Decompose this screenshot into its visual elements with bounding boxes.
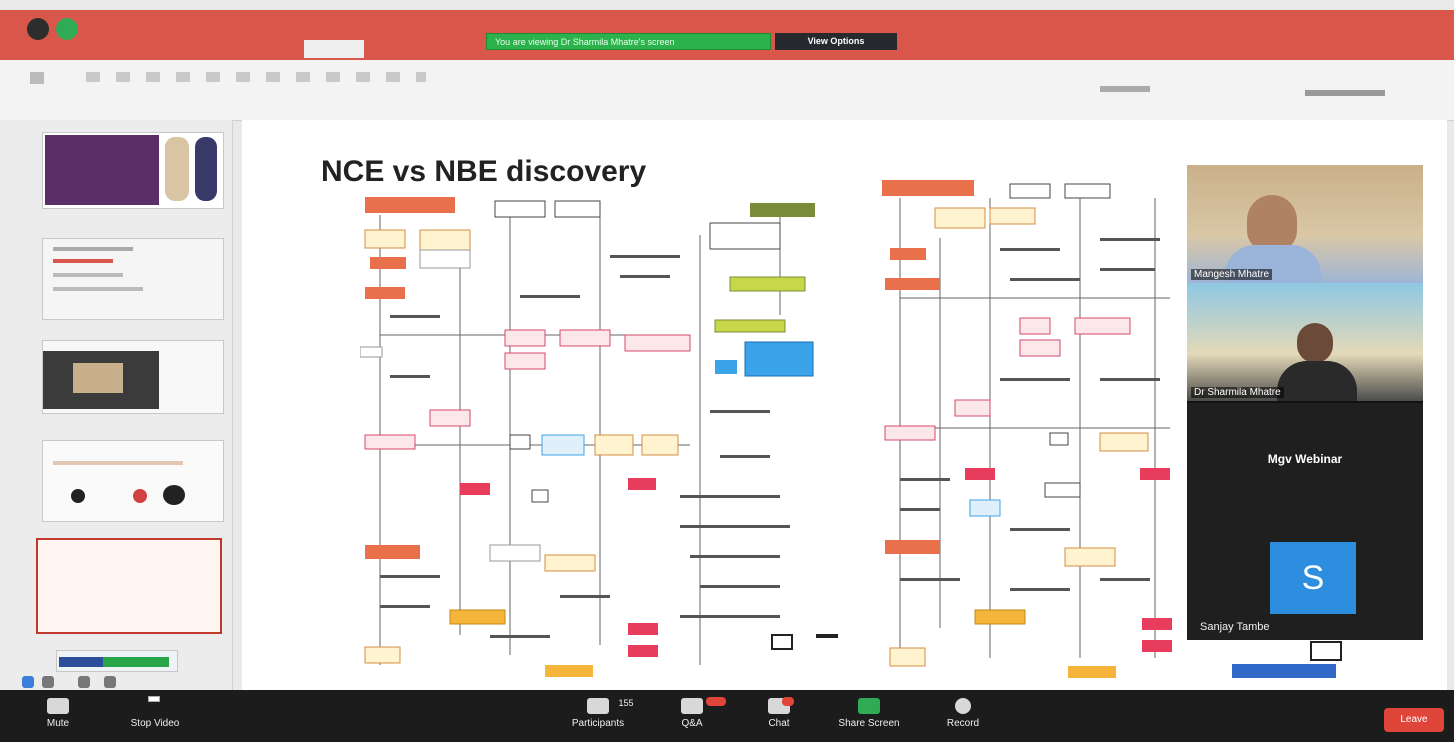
participant-avatar: S <box>1270 542 1356 614</box>
nbe-flowchart <box>882 180 1172 678</box>
leave-button[interactable]: Leave <box>1384 708 1444 732</box>
slide-marker <box>816 634 838 638</box>
chat-badge <box>782 697 794 706</box>
participant-name: Mgv Webinar <box>1267 452 1343 466</box>
participant-name: Dr Sharmila Mhatre <box>1191 387 1284 398</box>
slide-thumbnail[interactable] <box>42 132 224 209</box>
record-icon <box>955 698 971 714</box>
slide-thumbnail[interactable] <box>42 440 224 522</box>
chat-label: Chat <box>768 718 790 729</box>
participant-name: Sanjay Tambe <box>1200 621 1270 633</box>
taskbar-icon[interactable] <box>42 676 54 688</box>
slide-footer-label <box>1232 664 1336 678</box>
chat-button[interactable]: Chat <box>755 698 803 729</box>
toolbar-group[interactable] <box>1305 90 1385 96</box>
taskbar-icon[interactable] <box>104 676 116 688</box>
slide-box <box>1310 641 1342 661</box>
qa-icon <box>681 698 703 714</box>
ppt-toolbar <box>0 60 1454 121</box>
record-button[interactable]: Record <box>935 698 991 729</box>
toolbar-buttons[interactable] <box>86 72 426 82</box>
nce-flowchart <box>360 197 815 677</box>
record-label: Record <box>946 718 980 729</box>
slide-thumbnail[interactable] <box>42 340 224 414</box>
toolbar-group[interactable] <box>1100 86 1150 92</box>
share-screen-button[interactable]: Share Screen <box>826 698 912 729</box>
slide-thumbnail-selected[interactable] <box>36 538 222 634</box>
share-screen-label: Share Screen <box>838 718 900 729</box>
share-screen-icon <box>858 698 880 714</box>
mute-label: Mute <box>46 718 70 729</box>
slide-title: NCE vs NBE discovery <box>321 155 647 188</box>
mute-button[interactable]: Mute <box>38 698 78 729</box>
video-tile[interactable]: Mangesh Mhatre <box>1187 165 1423 285</box>
save-icon[interactable] <box>56 18 78 40</box>
view-options-button[interactable]: View Options <box>775 33 897 50</box>
stop-video-label: Stop Video <box>130 718 180 729</box>
app-icon[interactable] <box>27 18 49 40</box>
qa-badge <box>706 697 726 706</box>
slide-thumbnail[interactable] <box>42 238 224 320</box>
slide-thumbnail[interactable] <box>56 650 178 672</box>
tab-active[interactable] <box>304 40 364 58</box>
taskbar-icon[interactable] <box>78 676 90 688</box>
paste-icon[interactable] <box>30 72 44 84</box>
qa-label: Q&A <box>681 718 703 729</box>
participants-icon <box>587 698 609 714</box>
participant-name: Mangesh Mhatre <box>1191 269 1273 280</box>
meeting-control-bar <box>0 690 1454 742</box>
screen-share-banner[interactable]: You are viewing Dr Sharmila Mhatre's scr… <box>486 33 771 50</box>
video-camera-icon <box>144 698 166 714</box>
microphone-icon <box>47 698 69 714</box>
participants-label: Participants <box>571 718 625 729</box>
stop-video-button[interactable]: Stop Video <box>118 698 192 729</box>
participants-count: 155 <box>618 698 634 708</box>
taskbar-icon[interactable] <box>22 676 34 688</box>
video-tile[interactable]: Dr Sharmila Mhatre <box>1187 283 1423 403</box>
